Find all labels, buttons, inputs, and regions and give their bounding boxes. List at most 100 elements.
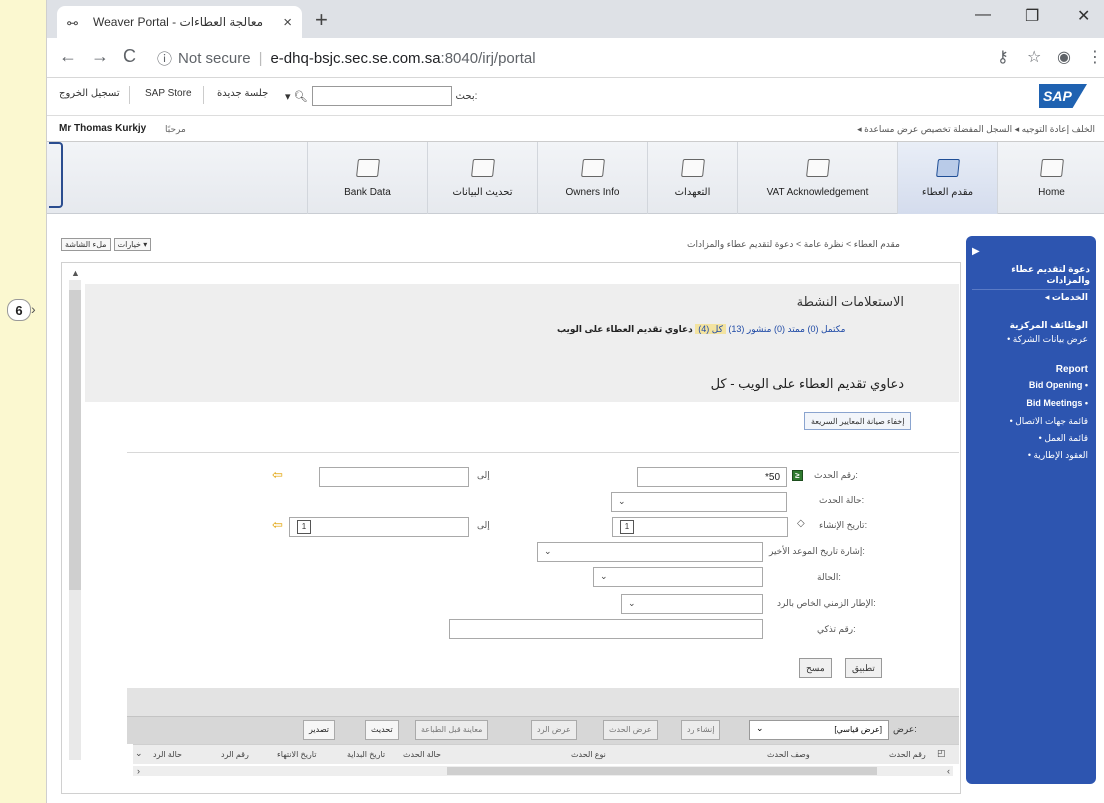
profile-icon[interactable]: ◉ [1057, 47, 1071, 67]
browser-tab[interactable]: ⧟ Weaver Portal - معالجة العطاءات × [57, 6, 302, 38]
options-button[interactable]: خيارات ▾ [113, 238, 152, 251]
scroll-right-icon[interactable]: › [137, 766, 140, 776]
apply-button[interactable]: تطبيق [845, 658, 882, 678]
view-response-button[interactable]: عرض الرد [531, 720, 577, 740]
annotation-gutter [0, 0, 46, 803]
address-bar-row: ← → C ⓘ Not secure | e-dhq-bsjc.sec.se.c… [47, 38, 1104, 78]
sidebar-item-company-data[interactable]: • عرض بيانات الشركة [1007, 334, 1088, 345]
column-header-event-type[interactable]: نوع الحدث [571, 750, 606, 759]
view-event-button[interactable]: عرض الحدث [603, 720, 658, 740]
star-icon[interactable]: ☆ [1027, 47, 1041, 67]
column-header-event-status[interactable]: حالة الحدث [403, 750, 441, 759]
folder-open-icon [935, 158, 960, 177]
to-label-2: إلى [477, 520, 490, 530]
sidebar-item-central-functions[interactable]: الوظائف المركزية [1010, 320, 1088, 331]
scroll-up-icon[interactable]: ▲ [71, 268, 80, 278]
horizontal-scrollbar-thumb[interactable] [447, 767, 877, 775]
query-published-link[interactable]: منشور (13) [728, 324, 771, 334]
breadcrumb[interactable]: مقدم العطاء > نظرة عامة > دعوة لتقديم عط… [687, 239, 900, 250]
info-icon[interactable]: ⓘ [157, 48, 172, 69]
folder-icon [805, 158, 830, 177]
scroll-down-icon[interactable]: ⌄ [135, 748, 143, 759]
status-select[interactable]: ⌄ [593, 567, 763, 587]
sidebar-header[interactable]: دعوة لتقديم عطاء والمزادات [972, 264, 1090, 290]
window-close-icon[interactable]: ✕ [1077, 6, 1090, 26]
view-select[interactable]: [عرض قياسي] ⌄ [749, 720, 889, 740]
nav-tab-bidder[interactable]: مقدم العطاء [897, 142, 997, 214]
clear-button[interactable]: مسح [799, 658, 832, 678]
forward-icon[interactable]: → [91, 46, 109, 67]
sap-store-link[interactable]: SAP Store [145, 88, 192, 99]
page-options: ملء الشاشة خيارات ▾ [61, 238, 152, 251]
create-response-button[interactable]: إنشاء رد [681, 720, 721, 740]
folder-icon [580, 158, 605, 177]
time-frame-select[interactable]: ⌄ [621, 594, 763, 614]
chevron-down-icon: ⌄ [628, 598, 636, 608]
deadline-ref-select[interactable]: ⌄ [537, 542, 763, 562]
print-preview-button[interactable]: معاينة قبل الطباعة [415, 720, 489, 740]
nav-tab-owners-info[interactable]: Owners Info [537, 142, 647, 214]
nav-tab-home[interactable]: Home [997, 142, 1104, 214]
event-number-field[interactable]: *50 [637, 467, 787, 487]
event-number-label: رقم الحدث: [814, 470, 858, 480]
scroll-left-icon[interactable]: ‹ [947, 766, 950, 776]
column-settings-icon[interactable]: ◰ [937, 748, 946, 759]
sidebar-item-bid-opening[interactable]: Bid Opening • [1029, 380, 1088, 390]
event-number-to-field[interactable] [319, 467, 469, 487]
column-header-end-date[interactable]: تاريخ الانتهاء [277, 750, 316, 759]
calendar-icon[interactable]: 1 [620, 520, 634, 534]
sidebar-item-bid-meetings[interactable]: Bid Meetings • [1026, 398, 1088, 408]
column-header-event-number[interactable]: رقم الحدث [889, 750, 926, 759]
tab-close-icon[interactable]: × [283, 14, 292, 31]
product-field[interactable] [449, 619, 763, 639]
range-arrow-icon[interactable]: ⇦ [272, 517, 283, 533]
scrollbar-thumb[interactable] [69, 290, 81, 590]
sidebar-item-services[interactable]: ◂ الخدمات [1045, 292, 1088, 303]
new-session-link[interactable]: جلسة جديدة [217, 88, 268, 99]
column-header-response-number[interactable]: رقم الرد [221, 750, 249, 759]
menu-icon[interactable]: ⋮ [1087, 47, 1103, 67]
column-header-event-description[interactable]: وصف الحدث [767, 750, 810, 759]
reload-icon[interactable]: C [123, 46, 136, 67]
maximize-icon[interactable]: ❐ [1025, 6, 1039, 26]
minimize-icon[interactable]: — [975, 6, 991, 24]
sidebar-item-frame-agreements[interactable]: • العقود الإطارية [1028, 450, 1088, 461]
sidebar-item-report[interactable]: Report [1056, 364, 1088, 375]
calendar-icon[interactable]: 1 [297, 520, 311, 534]
query-all-link[interactable]: كل (4) [695, 324, 726, 334]
back-icon[interactable]: ← [59, 46, 77, 67]
user-name: Mr Thomas Kurkjy [59, 123, 147, 134]
operator-diamond-icon[interactable]: ◇ [797, 518, 805, 529]
created-date-from-field[interactable] [612, 517, 788, 537]
query-completed-link[interactable]: مكتمل (0) [807, 324, 845, 334]
nav-tab-update-data[interactable]: تحديث البيانات [427, 142, 537, 214]
operator-icon[interactable]: ≥ [792, 470, 803, 481]
search-icon[interactable]: ▾ 🔍︎ [285, 90, 308, 103]
refresh-button[interactable]: تحديث [365, 720, 399, 740]
export-button[interactable]: تصدير [303, 720, 336, 740]
search-input[interactable] [311, 86, 452, 106]
new-tab-icon[interactable]: + [315, 7, 328, 33]
collapse-arrow-icon[interactable]: ▶ [972, 246, 980, 257]
table-header [133, 744, 959, 764]
chevron-down-icon: ⌄ [618, 496, 626, 506]
history-links[interactable]: ◂ الخلف إعادة التوجيه ◂ السجل المفضلة تخ… [857, 124, 1095, 135]
url-field[interactable]: ⓘ Not secure | e-dhq-bsjc.sec.se.com.sa … [157, 44, 977, 72]
key-icon[interactable]: ⚷ [997, 47, 1009, 67]
column-header-response-status[interactable]: حالة الرد [153, 750, 182, 759]
step-arrow-icon: › [31, 301, 36, 317]
created-date-to-field[interactable] [289, 517, 469, 537]
logoff-link[interactable]: تسجيل الخروج [59, 88, 120, 99]
nav-tab-undertakings[interactable]: التعهدات [647, 142, 737, 214]
column-header-start-date[interactable]: تاريخ البداية [347, 750, 385, 759]
sidebar-item-work-list[interactable]: • قائمة العمل [1039, 433, 1088, 444]
event-status-select[interactable]: ⌄ [611, 492, 787, 512]
sidebar-item-contact-list[interactable]: • قائمة جهات الاتصال [1010, 416, 1088, 427]
nav-tab-vat-acknowledgement[interactable]: VAT Acknowledgement [737, 142, 897, 214]
security-label: Not secure [178, 49, 251, 67]
nav-tab-bank-data[interactable]: Bank Data [307, 142, 427, 214]
full-screen-button[interactable]: ملء الشاشة [61, 238, 111, 251]
range-arrow-icon[interactable]: ⇦ [272, 467, 283, 483]
query-extended-link[interactable]: ممتد (0) [774, 324, 805, 334]
hide-quick-criteria-button[interactable]: إخفاء صيانة المعايير السريعة [804, 412, 912, 430]
